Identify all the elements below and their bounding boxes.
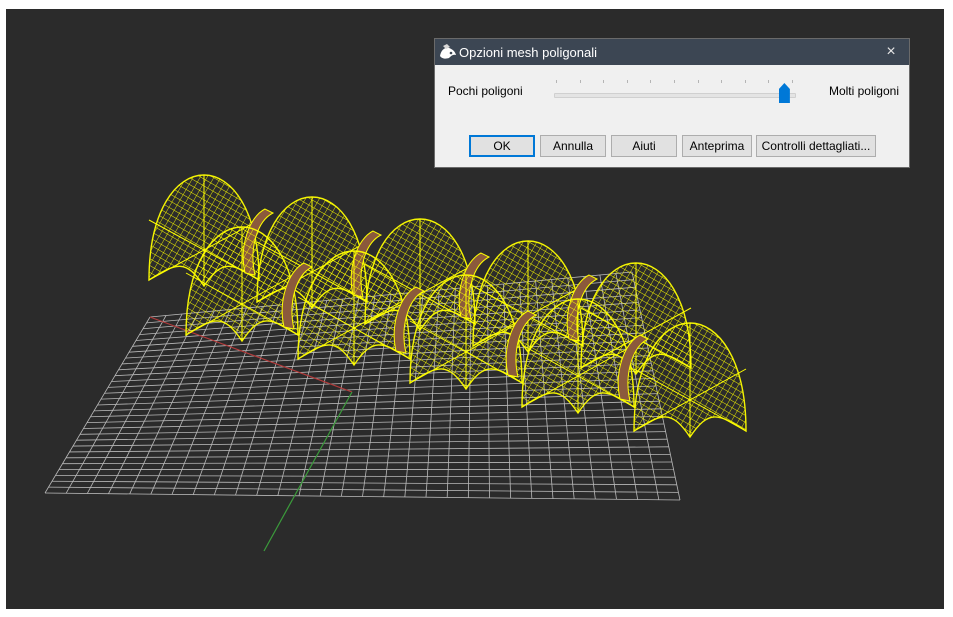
polygon-density-slider[interactable] [554,93,796,98]
slider-tick [674,80,675,83]
mesh-options-dialog: Opzioni mesh poligonali × Pochi poligoni… [434,38,910,168]
dialog-titlebar[interactable]: Opzioni mesh poligonali × [435,39,909,65]
slider-tick [579,80,581,83]
slider-thumb[interactable] [778,83,790,103]
detailed-controls-button[interactable]: Controlli dettagliati... [756,135,876,157]
slider-tick [744,80,746,83]
dialog-title: Opzioni mesh poligonali [459,45,598,60]
preview-button[interactable]: Anteprima [682,135,752,157]
slider-tick [792,80,793,83]
slider-tick [556,80,557,83]
slider-tick [721,80,723,83]
slider-tick [697,80,699,83]
slider-tick [768,80,770,83]
help-button[interactable]: Aiuti [611,135,677,157]
grid-line [83,416,663,429]
ok-button[interactable]: OK [469,135,535,157]
slider-tick [626,80,628,83]
vault-mesh-model[interactable] [148,174,747,439]
y-axis [263,391,353,552]
close-icon[interactable]: × [873,39,909,65]
grid-line [86,408,661,423]
slider-left-label: Pochi poligoni [448,84,523,98]
app-icon [440,44,456,59]
slider-tick [603,80,605,83]
cancel-button[interactable]: Annulla [540,135,606,157]
slider-right-label: Molti poligoni [828,84,899,98]
slider-tick [650,80,652,83]
